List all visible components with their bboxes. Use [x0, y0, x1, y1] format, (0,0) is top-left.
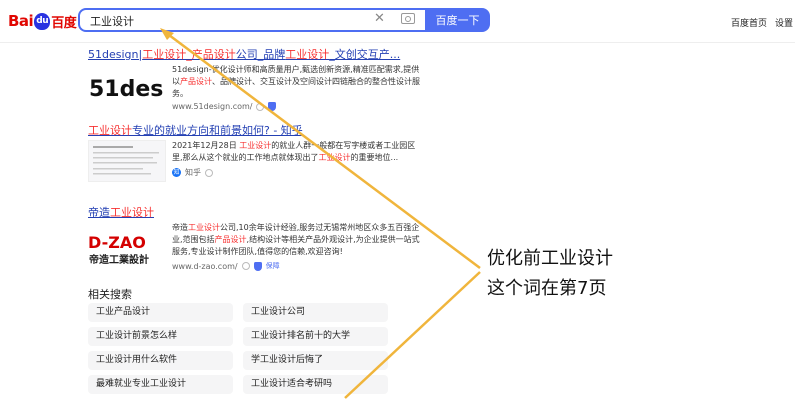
related-search-item[interactable]: 工业设计用什么软件 — [88, 351, 233, 370]
clear-icon[interactable]: ✕ — [374, 11, 385, 26]
related-search-item[interactable]: 工业产品设计 — [88, 303, 233, 322]
title-highlight: 工业设计 — [285, 48, 330, 61]
related-search-item[interactable]: 工业设计公司 — [243, 303, 388, 322]
baidu-logo[interactable]: Bai du 百度 — [8, 10, 77, 32]
related-search-title: 相关搜索 — [88, 288, 132, 301]
url-text: www.51design.com/ — [172, 102, 253, 111]
result-thumbnail[interactable] — [88, 140, 166, 182]
snippet-highlight: 工业设计 — [188, 223, 220, 232]
callout-line-1: 优化前工业设计 — [487, 248, 613, 269]
related-search-item[interactable]: 工业设计前景怎么样 — [88, 327, 233, 346]
thumb-subtext: 帝造工業設計 — [89, 253, 149, 266]
thumb-text: 51design — [89, 77, 164, 102]
search-box[interactable] — [78, 8, 425, 32]
snippet-highlight: 产品设计 — [214, 235, 247, 244]
url-text: www.d-zao.com/ — [172, 261, 238, 271]
search-button[interactable]: 百度一下 — [425, 8, 490, 32]
shield-icon — [253, 261, 262, 271]
title-highlight: 工业设计 — [110, 206, 154, 219]
search-result-3: 帝造工业设计 D-ZAO 帝造工業設計 帝造工业设计公司,10余年设计经验,服务… — [88, 204, 420, 271]
title-part: 帝造 — [88, 206, 110, 219]
thumb-text: D-ZAO — [88, 233, 146, 252]
related-search-item[interactable]: 学工业设计后悔了 — [243, 351, 388, 370]
annotation-callout: 优化前工业设计 这个词在第7页 — [487, 244, 613, 304]
related-search-item[interactable]: 工业设计适合考研吗 — [243, 375, 388, 394]
snippet-highlight: 工业设计 — [318, 153, 351, 162]
search-result-2: 工业设计专业的就业方向和前景如何? - 知乎 2021年12月28日 工业设计的… — [88, 122, 415, 182]
logo-text-cn: 百度 — [51, 15, 77, 31]
logo-text-bai: Bai — [8, 12, 34, 30]
nav-settings-link[interactable]: 设置 — [775, 16, 793, 29]
circle-icon — [256, 102, 265, 111]
title-part: 公司_品牌 — [235, 48, 286, 61]
result-title-link[interactable]: 帝造工业设计 — [88, 204, 154, 220]
result-snippet: 帝造工业设计公司,10余年设计经验,服务过无锡常州地区众多五百强企业,范围包括产… — [172, 222, 422, 258]
title-part: _文创交互产... — [329, 48, 401, 61]
title-highlight: 工业设计_产品设计 — [142, 48, 236, 61]
nav-home-link[interactable]: 百度首页 — [731, 16, 767, 29]
result-source[interactable]: 知 知乎 — [172, 167, 213, 178]
search-input[interactable] — [88, 13, 362, 28]
result-snippet: 2021年12月28日 工业设计的就业人群一般都在写字楼或者工业园区里,那么从这… — [172, 140, 422, 164]
callout-line-2: 这个词在第7页 — [487, 278, 607, 299]
related-search-item[interactable]: 工业设计排名前十的大学 — [243, 327, 388, 346]
result-snippet: 51design-优化设计师和高质量用户,甄选创新资源,精准匹配需求,提供以产品… — [172, 64, 422, 100]
camera-icon[interactable] — [401, 13, 415, 24]
result-thumbnail[interactable]: D-ZAO 帝造工業設計 — [88, 228, 164, 268]
result-title-link[interactable]: 51design|工业设计_产品设计公司_品牌工业设计_文创交互产... — [88, 46, 400, 62]
top-header: Bai du 百度 ✕ 百度一下 百度首页 设置 — [0, 0, 795, 43]
result-thumbnail[interactable]: 51design — [88, 68, 202, 104]
snippet-part: 2021年12月28日 — [172, 141, 240, 150]
result-url[interactable]: www.51design.com/ — [172, 102, 277, 111]
snippet-part: 帝造 — [172, 223, 188, 232]
shield-icon — [268, 102, 277, 111]
title-part: 专业的就业方向和前景如何? - 知乎 — [132, 124, 303, 137]
snippet-part: 的重要地位... — [350, 153, 399, 162]
related-search-item[interactable]: 最难就业专业工业设计 — [88, 375, 233, 394]
title-part: 51design| — [88, 48, 143, 61]
circle-icon — [205, 168, 213, 177]
snippet-highlight: 产品设计 — [180, 77, 212, 86]
source-text: 知乎 — [185, 168, 201, 177]
logo-paw-icon: du — [34, 12, 51, 30]
guarantee-badge: 保障 — [265, 262, 280, 270]
zhihu-icon: 知 — [172, 168, 181, 177]
circle-icon — [241, 262, 250, 270]
result-url[interactable]: www.d-zao.com/ 保障 — [172, 261, 280, 271]
snippet-highlight: 工业设计 — [239, 141, 272, 150]
search-result-1: 51design|工业设计_产品设计公司_品牌工业设计_文创交互产... 51d… — [88, 46, 420, 111]
title-highlight: 工业设计 — [88, 124, 132, 137]
result-title-link[interactable]: 工业设计专业的就业方向和前景如何? - 知乎 — [88, 122, 303, 138]
